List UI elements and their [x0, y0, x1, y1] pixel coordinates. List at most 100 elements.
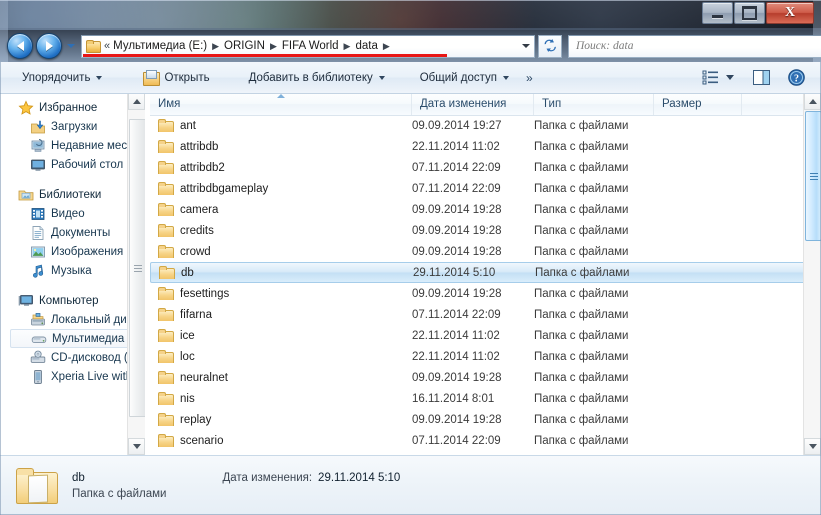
sidebar-item-downloads[interactable]: Загрузки [0, 117, 145, 136]
breadcrumb-address-bar[interactable]: « Мультимедиа (E:) ▶ ORIGIN ▶ FIFA World… [81, 34, 535, 58]
breadcrumb-separator-icon[interactable]: ▶ [266, 41, 281, 52]
file-date-cell: 09.09.2014 19:28 [412, 224, 502, 237]
file-name-cell: credits [150, 224, 412, 237]
column-label: Тип [542, 98, 562, 110]
star-icon [18, 99, 34, 115]
toolbar-overflow-button[interactable]: » [518, 71, 541, 85]
help-button[interactable]: ? [780, 66, 805, 89]
breadcrumb-separator-icon[interactable]: ▶ [379, 41, 394, 52]
table-row[interactable]: fesettings 09.09.2014 19:28 Папка с файлам… [150, 283, 821, 304]
column-header-date[interactable]: Дата изменения [412, 93, 534, 115]
address-dropdown-button[interactable] [518, 37, 534, 56]
table-row[interactable]: scenario 07.11.2014 22:09 Папка с файлами [150, 430, 821, 451]
table-row[interactable]: ice 22.11.2014 11:02 Папка с файлами [150, 325, 821, 346]
folder-icon [158, 161, 174, 174]
folder-icon [158, 203, 174, 216]
window-controls: X [702, 1, 814, 24]
table-row[interactable]: crowd 09.09.2014 19:28 Папка с файлами [150, 241, 821, 262]
file-name-cell: loc [150, 350, 412, 363]
file-name-label: attribdbgameplay [180, 182, 269, 195]
sidebar-item-multimedia-drive[interactable]: Мультимедиа (E: [10, 329, 145, 348]
sidebar-item-cd-drive[interactable]: CD-дисковод (I:) [0, 348, 145, 367]
scroll-up-button[interactable] [804, 93, 821, 110]
sidebar-item-recent-places[interactable]: Недавние места [0, 136, 145, 155]
open-button[interactable]: Открыть [135, 65, 217, 90]
table-row[interactable]: credits 09.09.2014 19:28 Папка с файлами [150, 220, 821, 241]
column-header-size[interactable]: Размер [654, 93, 742, 115]
nav-group-libraries[interactable]: Библиотеки [0, 185, 145, 204]
table-row[interactable]: fifarna 07.11.2014 22:09 Папка с файлами [150, 304, 821, 325]
table-row[interactable]: db 29.11.2014 5:10 Папка с файлами [150, 262, 821, 283]
forward-button[interactable] [36, 33, 62, 59]
close-button[interactable]: X [766, 1, 814, 24]
nav-label: Музыка [51, 264, 92, 277]
column-header-name[interactable]: Имя [150, 93, 412, 115]
breadcrumb-item-fifa-world[interactable]: FIFA World [281, 40, 340, 52]
recent-places-icon [31, 138, 45, 152]
scroll-up-button[interactable] [128, 93, 145, 110]
organize-button[interactable]: Упорядочить [14, 65, 110, 90]
add-to-library-label: Добавить в библиотеку [248, 71, 373, 84]
nav-group-computer[interactable]: Компьютер [0, 291, 145, 310]
file-date-cell: 09.09.2014 19:28 [412, 287, 502, 300]
table-row[interactable]: replay 09.09.2014 19:28 Папка с файлами [150, 409, 821, 430]
file-name-label: ant [180, 119, 196, 132]
add-to-library-button[interactable]: Добавить в библиотеку [241, 65, 393, 90]
file-name-cell: nis [150, 392, 412, 405]
breadcrumb-separator-icon[interactable]: ▶ [208, 41, 223, 52]
file-type-cell: Папка с файлами [534, 371, 629, 384]
column-header-type[interactable]: Тип [534, 93, 654, 115]
table-row[interactable]: nis 16.11.2014 8:01 Папка с файлами [150, 388, 821, 409]
breadcrumb-item-drive[interactable]: Мультимедиа (E:) [112, 40, 208, 52]
file-name-label: attribdb [180, 140, 219, 153]
table-row[interactable]: camera 09.09.2014 19:28 Папка с файлами [150, 199, 821, 220]
table-row[interactable]: attribdbgameplay 07.11.2014 22:09 Папка с … [150, 178, 821, 199]
recent-pages-button[interactable] [65, 34, 77, 58]
navigation-pane-scrollbar[interactable] [127, 93, 145, 455]
view-dropdown-button[interactable] [720, 66, 743, 89]
search-input[interactable]: Поиск: data [576, 40, 821, 52]
minimize-button[interactable] [702, 1, 733, 24]
scrollbar-thumb[interactable] [805, 111, 821, 241]
chevron-down-icon [67, 44, 75, 48]
file-list-scrollbar[interactable] [803, 93, 821, 455]
column-header-extra[interactable] [742, 93, 790, 115]
sidebar-item-music[interactable]: Музыка [0, 261, 145, 280]
breadcrumb-overflow[interactable]: « [103, 40, 112, 52]
chevron-up-icon [808, 99, 817, 104]
breadcrumb-item-origin[interactable]: ORIGIN [223, 40, 266, 52]
table-row[interactable]: attribdb 22.11.2014 11:02 Папка с файлами [150, 136, 821, 157]
file-name-cell: attribdb2 [150, 161, 412, 174]
scroll-down-button[interactable] [128, 438, 145, 455]
change-view-button[interactable] [702, 66, 720, 89]
share-button[interactable]: Общий доступ [412, 65, 517, 90]
nav-group-favorites[interactable]: Избранное [0, 98, 145, 117]
refresh-button[interactable] [538, 34, 562, 58]
chevron-down-icon [96, 75, 103, 80]
file-name-cell: attribdbgameplay [150, 182, 412, 195]
breadcrumb-separator-icon[interactable]: ▶ [340, 41, 355, 52]
table-row[interactable]: neuralnet 09.09.2014 19:28 Папка с файлами [150, 367, 821, 388]
scrollbar-thumb[interactable] [129, 119, 145, 417]
sidebar-item-pictures[interactable]: Изображения [0, 242, 145, 261]
table-row[interactable]: attribdb2 07.11.2014 22:09 Папка с файлами [150, 157, 821, 178]
sidebar-item-desktop[interactable]: Рабочий стол [0, 155, 145, 174]
details-pane: db Папка с файлами Дата изменения: 29.11… [0, 455, 821, 515]
back-button[interactable] [7, 33, 33, 59]
file-date-cell: 07.11.2014 22:09 [412, 308, 501, 321]
table-row[interactable]: ant 09.09.2014 19:27 Папка с файлами [150, 115, 821, 136]
close-icon: X [784, 4, 796, 20]
scroll-down-button[interactable] [804, 438, 821, 455]
sidebar-item-documents[interactable]: Документы [0, 223, 145, 242]
file-name-label: crowd [180, 245, 211, 258]
maximize-button[interactable] [734, 1, 765, 24]
breadcrumb-item-data[interactable]: data [354, 40, 378, 52]
sidebar-item-video[interactable]: Видео [0, 204, 145, 223]
preview-pane-button[interactable] [743, 66, 780, 89]
sidebar-item-xperia-phone[interactable]: Xperia Live with W [0, 367, 145, 386]
file-name-label: attribdb2 [180, 161, 225, 174]
sidebar-item-local-disk[interactable]: Локальный диск [0, 310, 145, 329]
search-box[interactable]: Поиск: data [568, 34, 821, 58]
file-date-cell: 22.11.2014 11:02 [412, 329, 500, 342]
table-row[interactable]: loc 22.11.2014 11:02 Папка с файлами [150, 346, 821, 367]
